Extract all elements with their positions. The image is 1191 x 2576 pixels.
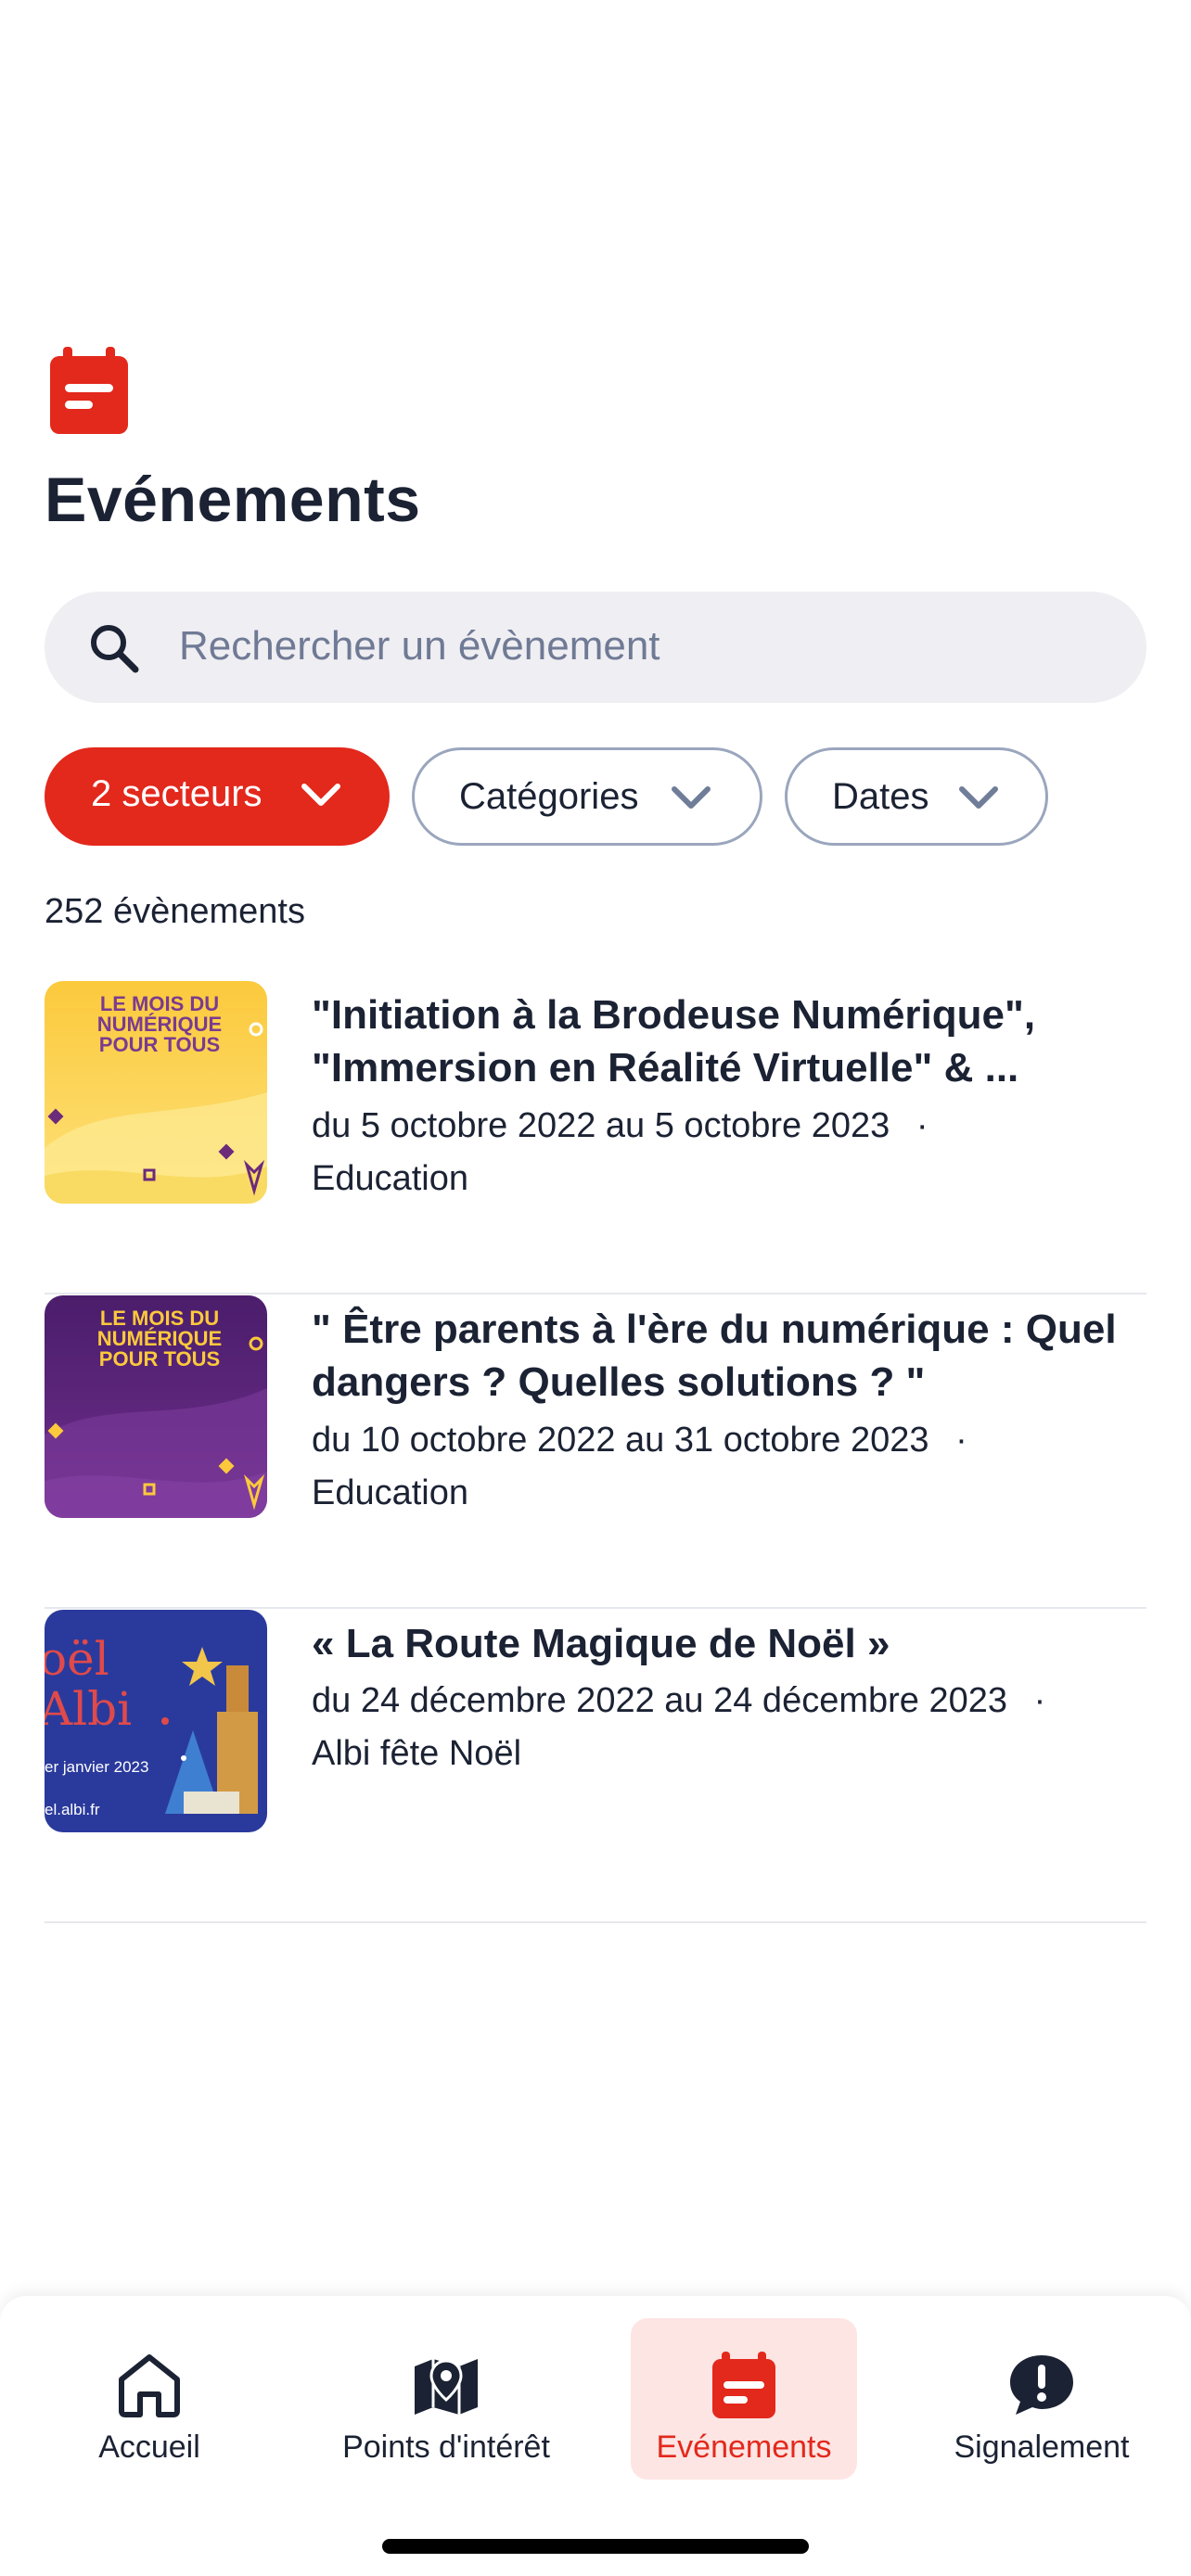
tab-label: Evénements [656, 2429, 832, 2465]
chevron-down-icon [301, 784, 340, 806]
event-thumbnail: LE MOIS DU NUMÉRIQUE POUR TOUS [45, 1295, 267, 1518]
dates-filter-button[interactable]: Dates [785, 747, 1048, 846]
event-date-range: du 24 décembre 2022 au 24 décembre 2023 [312, 1681, 1007, 1720]
calendar-icon [50, 347, 128, 434]
event-category: Albi fête Noël [312, 1734, 522, 1773]
event-category: Education [312, 1159, 469, 1198]
map-icon [415, 2359, 478, 2415]
event-thumbnail: oël Albi er janvier 2023 el.albi.fr [45, 1610, 267, 1832]
event-title: « La Route Magique de Noël » [312, 1621, 890, 1666]
thumbnail-caption: LE MOIS DU NUMÉRIQUE POUR TOUS [96, 992, 223, 1056]
categories-filter-button[interactable]: Catégories [412, 747, 762, 846]
page-title: Evénements [45, 465, 421, 535]
thumbnail-caption: LE MOIS DU NUMÉRIQUE POUR TOUS [96, 1307, 223, 1371]
search-input[interactable]: Rechercher un évènement [45, 592, 1146, 703]
event-dates: du 5 octobre 2022 au 5 octobre 2023 · [312, 1100, 1128, 1153]
sectors-filter-button[interactable]: 2 secteurs [45, 747, 390, 846]
sectors-filter-label: 2 secteurs [91, 773, 263, 814]
event-date-range: du 5 octobre 2022 au 5 octobre 2023 [312, 1106, 890, 1145]
bottom-tab-bar: Accueil Points d'intérêt Evénements Sign… [0, 2296, 1191, 2576]
search-icon [91, 625, 139, 673]
home-icon [119, 2354, 180, 2417]
event-date-range: du 10 octobre 2022 au 31 octobre 2023 [312, 1421, 929, 1460]
thumbnail-title: oël Albi [45, 1634, 132, 1734]
tab-evenements[interactable]: Evénements [631, 2318, 857, 2480]
meta-separator: · [1033, 1681, 1046, 1720]
tab-signalement[interactable]: Signalement [928, 2318, 1155, 2480]
event-thumbnail: LE MOIS DU NUMÉRIQUE POUR TOUS [45, 981, 267, 1204]
event-list-item[interactable]: LE MOIS DU NUMÉRIQUE POUR TOUS " Être pa… [45, 1295, 1146, 1609]
thumbnail-date: er janvier 2023 [45, 1758, 149, 1776]
search-placeholder: Rechercher un évènement [179, 623, 660, 669]
event-dates: du 10 octobre 2022 au 31 octobre 2023 · [312, 1414, 1128, 1467]
event-list-item[interactable]: oël Albi er janvier 2023 el.albi.fr « La… [45, 1610, 1146, 1923]
event-list-item[interactable]: LE MOIS DU NUMÉRIQUE POUR TOUS "Initiati… [45, 981, 1146, 1294]
event-title: "Initiation à la Brodeuse Numérique", "I… [312, 992, 1036, 1090]
event-category: Education [312, 1473, 469, 1512]
tab-label: Points d'intérêt [342, 2429, 550, 2465]
tab-points-interet[interactable]: Points d'intérêt [333, 2318, 559, 2480]
alert-bubble-icon [1010, 2355, 1073, 2415]
tab-accueil[interactable]: Accueil [36, 2318, 263, 2480]
tab-label: Accueil [98, 2429, 200, 2465]
categories-filter-label: Catégories [459, 776, 639, 817]
home-indicator[interactable] [382, 2539, 809, 2554]
event-dates: du 24 décembre 2022 au 24 décembre 2023 … [312, 1675, 1128, 1728]
chevron-down-icon [672, 786, 711, 809]
chevron-down-icon [959, 786, 998, 809]
thumbnail-title-line: oël [45, 1632, 109, 1686]
meta-separator: · [955, 1421, 967, 1460]
results-count: 252 évènements [45, 892, 305, 931]
meta-separator: · [916, 1106, 928, 1145]
dates-filter-label: Dates [832, 776, 929, 817]
tab-label: Signalement [954, 2429, 1130, 2465]
calendar-icon [712, 2352, 775, 2418]
thumbnail-url: el.albi.fr [45, 1801, 100, 1818]
event-title: " Être parents à l'ère du numérique : Qu… [312, 1307, 1117, 1405]
thumbnail-title-line: Albi [45, 1682, 133, 1736]
